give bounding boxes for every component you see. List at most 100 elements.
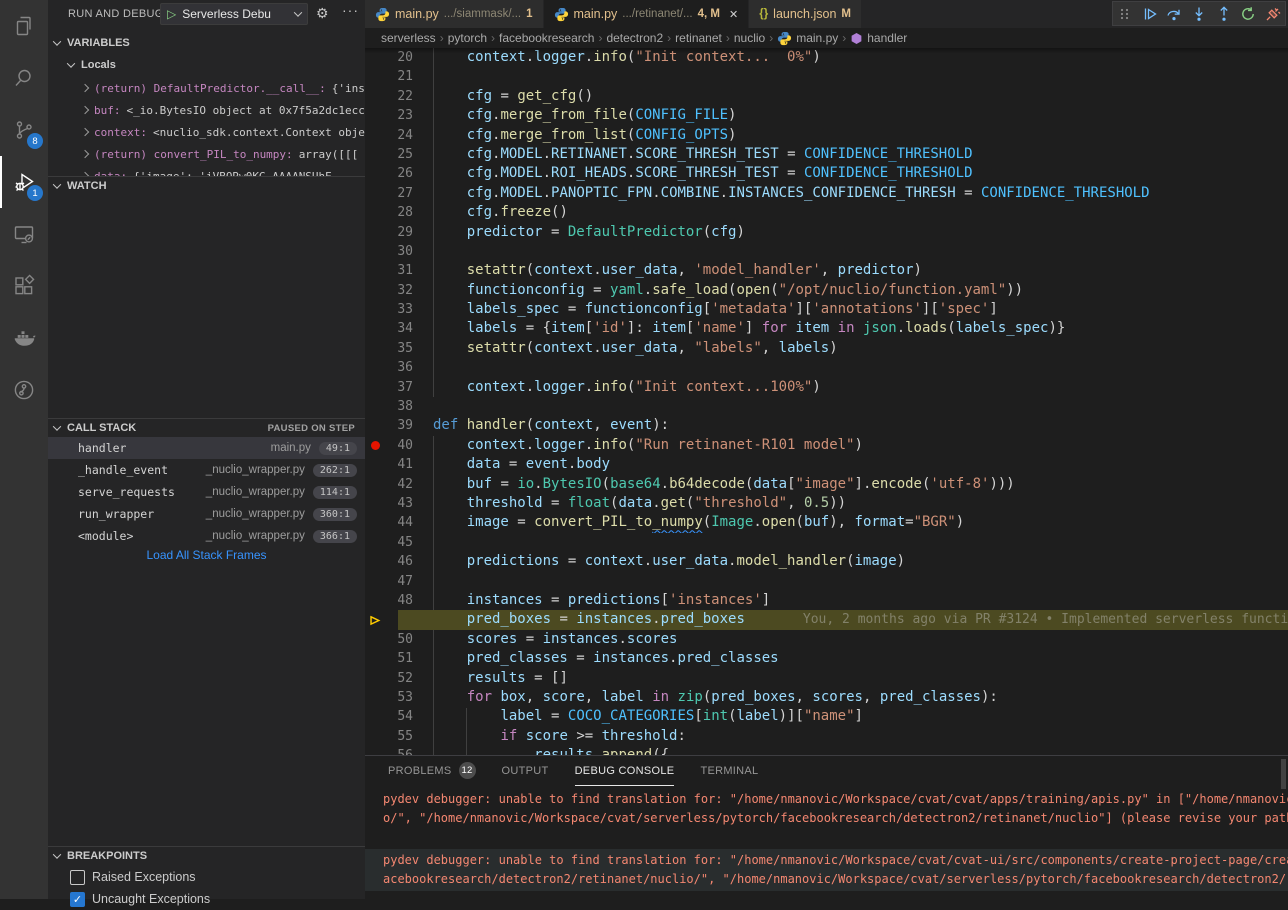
code-line[interactable]: 24 cfg.merge_from_list(CONFIG_OPTS) xyxy=(365,126,1288,145)
line-number[interactable]: 20 xyxy=(385,48,413,67)
line-number[interactable]: 39 xyxy=(385,416,413,435)
code-line[interactable]: 51 pred_classes = instances.pred_classes xyxy=(365,649,1288,668)
debug-console-output[interactable]: pydev debugger: unable to find translati… xyxy=(365,786,1288,899)
breakpoint-row[interactable]: ✓Uncaught Exceptions xyxy=(48,888,365,910)
code-text[interactable] xyxy=(413,533,1288,552)
code-editor[interactable]: 20 context.logger.info("Init context... … xyxy=(365,48,1288,755)
code-text[interactable]: cfg = get_cfg() xyxy=(413,87,1288,106)
code-line[interactable]: 39def handler(context, event): xyxy=(365,416,1288,435)
step-over-button[interactable] xyxy=(1163,3,1185,25)
line-number[interactable]: 34 xyxy=(385,319,413,338)
activity-bar-item-remote-explorer[interactable] xyxy=(0,208,48,260)
breakpoint-gutter[interactable] xyxy=(365,184,385,203)
breakpoint-gutter[interactable] xyxy=(365,164,385,183)
breakpoint-gutter[interactable] xyxy=(365,591,385,610)
code-line[interactable]: 27 cfg.MODEL.PANOPTIC_FPN.COMBINE.INSTAN… xyxy=(365,184,1288,203)
code-text[interactable]: label = COCO_CATEGORIES[int(label)]["nam… xyxy=(413,707,1288,726)
breakpoint-gutter[interactable] xyxy=(365,339,385,358)
drag-handle-button[interactable] xyxy=(1114,3,1136,25)
code-text[interactable]: cfg.freeze() xyxy=(413,203,1288,222)
line-number[interactable]: 50 xyxy=(385,630,413,649)
breakpoint-gutter[interactable] xyxy=(365,397,385,416)
code-text[interactable] xyxy=(413,572,1288,591)
line-number[interactable]: 35 xyxy=(385,339,413,358)
line-number[interactable]: 47 xyxy=(385,572,413,591)
code-text[interactable]: for box, score, label in zip(pred_boxes,… xyxy=(413,688,1288,707)
code-line[interactable]: 49 pred_boxes = instances.pred_boxesYou,… xyxy=(365,610,1288,629)
code-text[interactable]: instances = predictions['instances'] xyxy=(413,591,1288,610)
code-line[interactable]: 34 labels = {item['id']: item['name'] fo… xyxy=(365,319,1288,338)
line-number[interactable]: 38 xyxy=(385,397,413,416)
breakpoint-icon[interactable] xyxy=(371,441,380,450)
launch-config-dropdown[interactable]: ▷ Serverless Debu xyxy=(160,3,308,25)
line-number[interactable]: 46 xyxy=(385,552,413,571)
line-number[interactable]: 51 xyxy=(385,649,413,668)
code-line[interactable]: 48 instances = predictions['instances'] xyxy=(365,591,1288,610)
breakpoint-gutter[interactable] xyxy=(365,669,385,688)
panel-tab-output[interactable]: OUTPUT xyxy=(502,756,549,786)
breadcrumb-item[interactable]: retinanet xyxy=(675,31,722,45)
code-line[interactable]: 54 label = COCO_CATEGORIES[int(label)]["… xyxy=(365,707,1288,726)
code-text[interactable]: setattr(context.user_data, "labels", lab… xyxy=(413,339,1288,358)
breakpoint-gutter[interactable] xyxy=(365,533,385,552)
code-line[interactable]: 56 results.append({ xyxy=(365,746,1288,755)
breakpoint-gutter[interactable] xyxy=(365,319,385,338)
code-text[interactable]: def handler(context, event): xyxy=(413,416,1288,435)
code-line[interactable]: 44 image = convert_PIL_to_numpy(Image.op… xyxy=(365,513,1288,532)
code-line[interactable]: 42 buf = io.BytesIO(base64.b64decode(dat… xyxy=(365,475,1288,494)
code-line[interactable]: 22 cfg = get_cfg() xyxy=(365,87,1288,106)
code-text[interactable]: pred_boxes = instances.pred_boxesYou, 2 … xyxy=(398,610,1288,629)
breakpoint-gutter[interactable] xyxy=(365,572,385,591)
restart-button[interactable] xyxy=(1237,3,1259,25)
breakpoint-gutter[interactable] xyxy=(365,203,385,222)
activity-bar-item-run-and-debug[interactable]: 1 xyxy=(0,156,48,208)
activity-bar-item-search[interactable] xyxy=(0,52,48,104)
line-number[interactable]: 22 xyxy=(385,87,413,106)
breakpoint-gutter[interactable] xyxy=(365,281,385,300)
activity-bar-item-source-control[interactable]: 8 xyxy=(0,104,48,156)
code-text[interactable] xyxy=(413,242,1288,261)
variables-scope-locals[interactable]: Locals xyxy=(48,55,365,75)
breakpoint-gutter[interactable] xyxy=(365,358,385,377)
code-text[interactable] xyxy=(413,358,1288,377)
line-number[interactable]: 42 xyxy=(385,475,413,494)
checkbox[interactable] xyxy=(70,870,85,885)
code-text[interactable]: if score >= threshold: xyxy=(413,727,1288,746)
panel-tab-problems[interactable]: PROBLEMS12 xyxy=(388,756,476,786)
code-line[interactable]: 38 xyxy=(365,397,1288,416)
breadcrumb-item[interactable]: pytorch xyxy=(448,31,487,45)
breakpoint-gutter[interactable] xyxy=(365,630,385,649)
breakpoint-gutter[interactable] xyxy=(365,649,385,668)
breadcrumb-item[interactable]: serverless xyxy=(381,31,436,45)
code-text[interactable]: labels = {item['id']: item['name'] for i… xyxy=(413,319,1288,338)
breakpoint-row[interactable]: Raised Exceptions xyxy=(48,866,365,888)
line-number[interactable]: 48 xyxy=(385,591,413,610)
breakpoint-gutter[interactable] xyxy=(365,145,385,164)
line-number[interactable]: 37 xyxy=(385,378,413,397)
line-number[interactable]: 25 xyxy=(385,145,413,164)
stack-frame-row[interactable]: <module>_nuclio_wrapper.py366:1 xyxy=(48,525,365,547)
breakpoint-gutter[interactable] xyxy=(365,494,385,513)
breakpoint-gutter[interactable] xyxy=(365,416,385,435)
code-text[interactable]: threshold = float(data.get("threshold", … xyxy=(413,494,1288,513)
line-number[interactable]: 53 xyxy=(385,688,413,707)
line-number[interactable]: 29 xyxy=(385,223,413,242)
breadcrumb-item[interactable]: main.py xyxy=(777,31,838,46)
breakpoint-gutter[interactable] xyxy=(365,87,385,106)
line-number[interactable]: 55 xyxy=(385,727,413,746)
variable-row[interactable]: context:<nuclio_sdk.context.Context obje… xyxy=(48,121,365,143)
line-number[interactable]: 32 xyxy=(385,281,413,300)
checkbox-checked[interactable]: ✓ xyxy=(70,892,85,907)
line-number[interactable]: 23 xyxy=(385,106,413,125)
activity-bar-item-extensions[interactable] xyxy=(0,260,48,312)
breadcrumb-item[interactable]: detectron2 xyxy=(606,31,663,45)
code-line[interactable]: 23 cfg.merge_from_file(CONFIG_FILE) xyxy=(365,106,1288,125)
breakpoint-gutter[interactable] xyxy=(365,261,385,280)
code-text[interactable]: results.append({ xyxy=(413,746,1288,755)
line-number[interactable]: 21 xyxy=(385,67,413,86)
line-number[interactable]: 40 xyxy=(385,436,413,455)
breakpoint-gutter[interactable] xyxy=(365,552,385,571)
close-icon[interactable]: ✕ xyxy=(729,8,738,21)
start-debug-icon[interactable]: ▷ xyxy=(167,7,176,21)
activity-bar-item-explorer[interactable] xyxy=(0,0,48,52)
